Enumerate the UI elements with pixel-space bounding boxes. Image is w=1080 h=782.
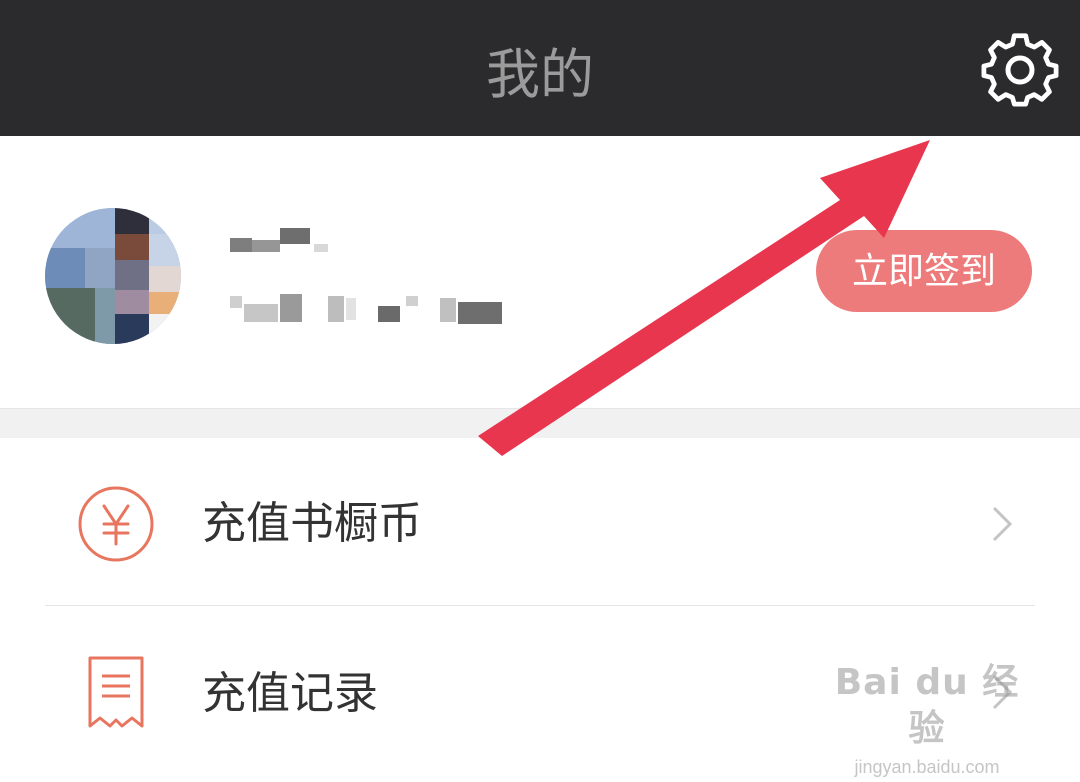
settings-button[interactable]: [978, 28, 1062, 112]
yen-circle-icon: [78, 486, 154, 562]
menu-item-recharge[interactable]: 充值书橱币: [0, 438, 1080, 606]
username-blurred: [230, 224, 340, 258]
chevron-right-icon: [992, 506, 1013, 542]
profile-section: 立即签到: [0, 136, 1080, 408]
receipt-icon: [88, 656, 144, 728]
menu-label-recharge: 充值书橱币: [202, 498, 422, 549]
avatar[interactable]: [45, 208, 181, 344]
gear-icon: [981, 33, 1059, 107]
watermark: Bai du 经验 jingyan.baidu.com: [822, 660, 1032, 777]
watermark-brand: Bai du 经验: [834, 662, 1020, 749]
section-divider: [0, 408, 1080, 440]
checkin-button[interactable]: 立即签到: [816, 230, 1032, 312]
watermark-url: jingyan.baidu.com: [854, 757, 1000, 777]
menu-label-recharge-history: 充值记录: [202, 668, 378, 719]
user-id-blurred: [230, 288, 510, 328]
page-title: 我的: [486, 43, 594, 106]
